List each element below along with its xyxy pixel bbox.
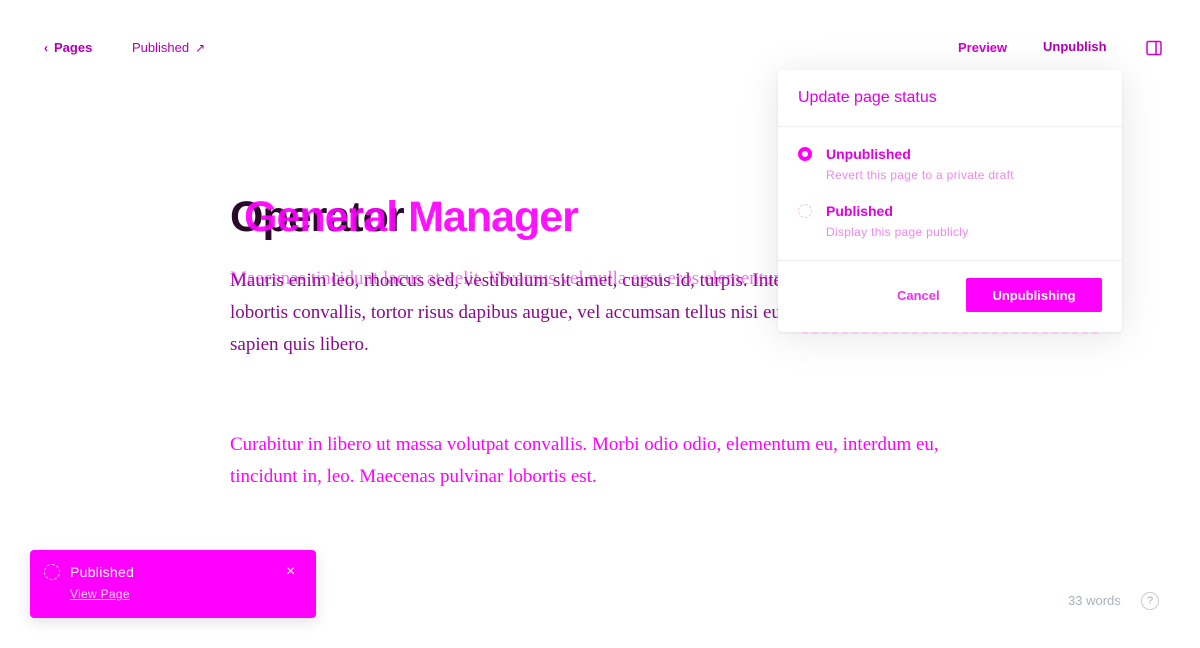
help-icon[interactable]: ? bbox=[1141, 592, 1159, 610]
radio-selected-icon[interactable] bbox=[798, 147, 812, 161]
option-description: Revert this page to a private draft bbox=[826, 168, 1014, 182]
status-label: Published bbox=[132, 40, 190, 55]
option-label: Published bbox=[826, 203, 893, 219]
option-label: Unpublished bbox=[826, 146, 911, 162]
option-description: Display this page publicly bbox=[826, 225, 969, 239]
unpublish-button[interactable]: Unpublish bbox=[1043, 39, 1107, 54]
preview-label: Preview bbox=[958, 40, 1008, 55]
word-count: 33 words bbox=[1068, 593, 1121, 608]
view-page-link[interactable]: View Page bbox=[70, 587, 130, 601]
chevron-left-icon: ‹ bbox=[44, 40, 48, 55]
notification-toast: Published View Page × bbox=[30, 550, 316, 618]
status-option-published[interactable]: Published Display this page publicly bbox=[798, 203, 969, 239]
toast-title: Published bbox=[70, 564, 135, 580]
unpublish-label: Unpublish bbox=[1043, 39, 1107, 54]
update-status-popover: Update page status Unpublished Revert th… bbox=[778, 70, 1122, 334]
status-option-unpublished[interactable]: Unpublished Revert this page to a privat… bbox=[798, 146, 1014, 182]
popover-title: Update page status bbox=[778, 70, 1122, 127]
preview-button[interactable]: Preview bbox=[958, 40, 1007, 55]
body-paragraph-2[interactable]: Curabitur in libero ut massa volutpat co… bbox=[230, 429, 975, 493]
close-icon[interactable]: × bbox=[286, 564, 295, 580]
radio-unselected-icon[interactable] bbox=[798, 204, 812, 218]
back-label: Pages bbox=[54, 40, 93, 55]
back-to-pages-link[interactable]: ‹ Pages bbox=[44, 40, 92, 55]
post-status-indicator: Published ↗ bbox=[132, 40, 205, 55]
sidebar-toggle-icon[interactable] bbox=[1146, 40, 1162, 56]
popover-divider bbox=[778, 260, 1122, 261]
popover-footer: Cancel Unpublishing bbox=[778, 278, 1122, 312]
spinner-icon bbox=[44, 564, 60, 580]
external-link-icon[interactable]: ↗ bbox=[195, 41, 205, 55]
page-title-overlay: General Manager bbox=[244, 193, 579, 241]
cancel-button[interactable]: Cancel bbox=[897, 288, 940, 303]
confirm-unpublish-button[interactable]: Unpublishing bbox=[966, 278, 1102, 312]
dashed-underline bbox=[802, 328, 1098, 334]
